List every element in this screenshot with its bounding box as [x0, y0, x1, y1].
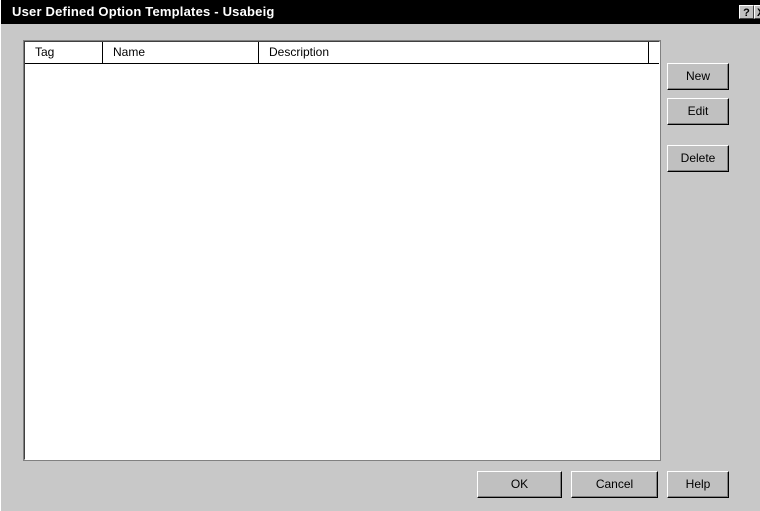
edit-button[interactable]: Edit — [667, 98, 729, 125]
close-icon[interactable]: X — [754, 5, 760, 19]
dialog-window: User Defined Option Templates - Usabeig … — [0, 0, 760, 511]
title-bar[interactable]: User Defined Option Templates - Usabeig … — [1, 0, 760, 24]
help-icon[interactable]: ? — [739, 5, 754, 19]
column-header-description[interactable]: Description — [259, 42, 649, 63]
column-header-tag[interactable]: Tag — [25, 42, 103, 63]
delete-button[interactable]: Delete — [667, 145, 729, 172]
list-header: Tag Name Description — [25, 42, 659, 64]
cancel-button[interactable]: Cancel — [571, 471, 658, 498]
window-title: User Defined Option Templates - Usabeig — [12, 4, 275, 19]
new-button[interactable]: New — [667, 63, 729, 90]
help-button[interactable]: Help — [667, 471, 729, 498]
column-header-name[interactable]: Name — [103, 42, 259, 63]
list-body[interactable] — [25, 64, 659, 459]
column-header-filler — [649, 42, 659, 63]
templates-list[interactable]: Tag Name Description — [23, 40, 661, 461]
ok-button[interactable]: OK — [477, 471, 562, 498]
